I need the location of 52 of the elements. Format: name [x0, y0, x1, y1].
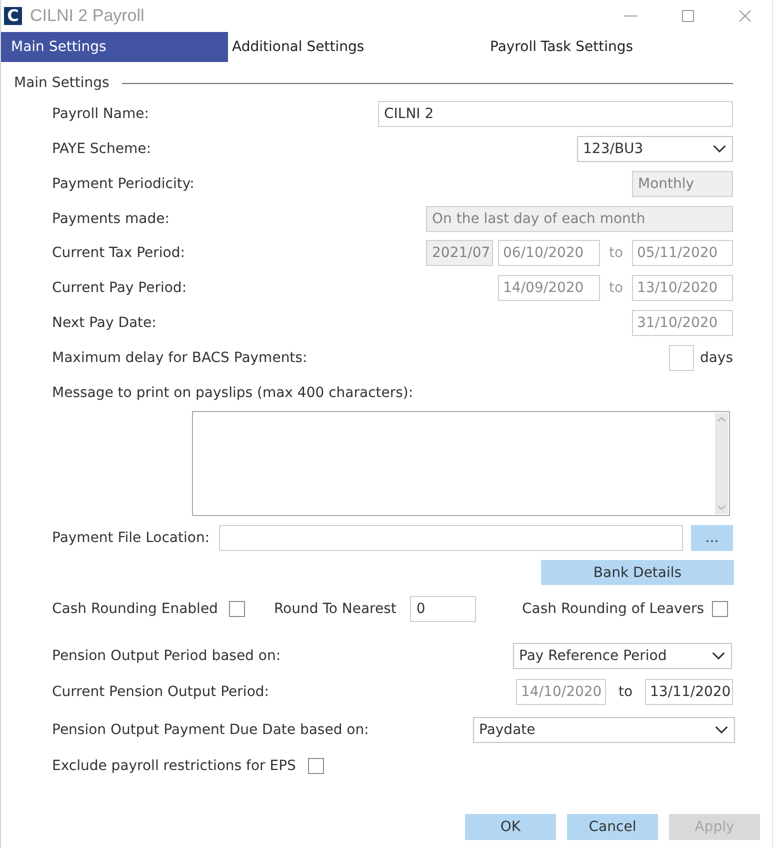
bank-details-button[interactable]: Bank Details	[541, 560, 734, 586]
dropdown[interactable]: 123/BU3	[577, 136, 733, 162]
dialog-button[interactable]: OK	[465, 814, 556, 840]
field-label: Pension Output Payment Due Date based on:	[52, 722, 369, 738]
field-label: Next Pay Date:	[52, 314, 156, 331]
browse-button[interactable]: ...	[691, 525, 733, 552]
scrollbar[interactable]	[715, 413, 728, 514]
checkbox[interactable]	[228, 601, 245, 618]
checkbox[interactable]	[712, 601, 728, 618]
field-label: Payment File Location:	[52, 530, 210, 546]
chevron-down-icon	[713, 145, 726, 154]
field-label: Cash Rounding of Leavers	[522, 601, 704, 618]
field-label: PAYE Scheme:	[52, 141, 151, 158]
text-field[interactable]: CILNI 2	[378, 101, 733, 128]
field-label: Payments made:	[52, 210, 170, 227]
minimize-icon[interactable]	[624, 15, 637, 17]
checkbox[interactable]	[308, 758, 324, 774]
unit-label: days	[700, 350, 733, 366]
chevron-down-icon	[717, 505, 726, 510]
date-field[interactable]: 13/11/2020	[645, 679, 733, 706]
field-label: Payment Periodicity:	[52, 176, 194, 192]
message-field[interactable]	[192, 411, 730, 516]
field-label: Exclude payroll restrictions for EPS	[52, 758, 296, 774]
chevron-down-icon	[715, 726, 728, 734]
field-label: Message to print on payslips (max 400 characters):	[52, 384, 414, 400]
chevron-up-icon	[717, 417, 726, 422]
field-label: Cash Rounding Enabled	[52, 601, 218, 618]
dropdown[interactable]: Pay Reference Period	[513, 643, 732, 670]
range-separator: to	[608, 245, 624, 262]
field-label: Round To Nearest	[274, 601, 396, 618]
close-icon[interactable]	[739, 10, 751, 22]
window-title: CILNI 2 Payroll	[30, 6, 144, 26]
dialog-button[interactable]: Cancel	[567, 814, 658, 840]
dropdown[interactable]: Paydate	[473, 717, 735, 744]
number-field[interactable]: 0	[410, 596, 476, 622]
range-separator: to	[608, 280, 624, 296]
field-label: Current Tax Period:	[52, 245, 185, 262]
number-field[interactable]	[668, 344, 694, 371]
range-separator: to	[618, 684, 633, 700]
section-title: Main Settings	[14, 75, 110, 91]
tab[interactable]: Payroll Task Settings	[486, 32, 634, 62]
field-label: Current Pay Period:	[52, 280, 187, 296]
app-logo: C	[4, 7, 22, 25]
field-label: Pension Output Period based on:	[52, 648, 281, 664]
tab[interactable]: Main Settings	[1, 32, 228, 62]
chevron-down-icon	[712, 652, 725, 660]
field-label: Maximum delay for BACS Payments:	[52, 350, 308, 366]
file-path-field[interactable]	[218, 525, 683, 552]
maximize-icon[interactable]	[682, 10, 694, 22]
field-label: Payroll Name:	[52, 106, 149, 122]
tab[interactable]: Additional Settings	[228, 32, 486, 62]
field-label: Current Pension Output Period:	[52, 684, 269, 700]
